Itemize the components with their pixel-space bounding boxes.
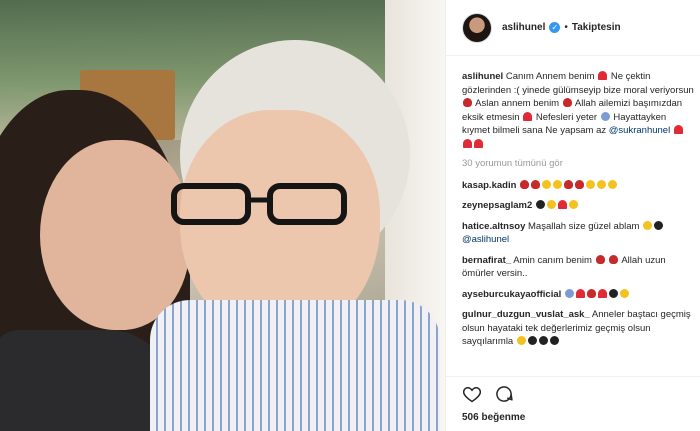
separator-dot: • (564, 22, 568, 33)
likes-count[interactable]: 506 beğenme (462, 412, 685, 423)
leather-jacket (0, 330, 170, 431)
sunglasses-emoji-icon (608, 288, 618, 298)
smile-emoji-icon (619, 288, 629, 298)
verified-icon: ✓ (549, 22, 561, 33)
smile-emoji-icon (643, 220, 653, 230)
comment-item: bernafirat_ Amin canım benim Allah uzun … (462, 254, 694, 281)
post-caption: aslihunel Canım Annem benim Ne çektin gö… (462, 70, 694, 151)
heart-emoji-icon (463, 138, 472, 148)
post-side-panel: aslihunel ✓ • Takiptesin aslihunel Canım… (445, 0, 700, 431)
header-username[interactable]: aslihunel (502, 22, 545, 33)
comments-list[interactable]: aslihunel Canım Annem benim Ne çektin gö… (462, 70, 694, 375)
heart-emoji-icon (598, 71, 608, 80)
caption-username[interactable]: aslihunel (462, 71, 503, 82)
striped-shirt (150, 300, 440, 431)
heart-emoji-icon (557, 200, 567, 209)
heart-emoji-icon (575, 288, 585, 298)
view-all-comments-link[interactable]: 30 yorumun tümünü gör (462, 157, 694, 171)
comment-item: hatice.altnsoy Maşallah size güzel ablam… (462, 220, 694, 247)
comment-mention[interactable]: @aslihunel (462, 234, 509, 245)
black-heart-emoji-icon (538, 336, 548, 345)
comment-username[interactable]: hatice.altnsoy (462, 221, 525, 232)
comment-username[interactable]: bernafirat_ (462, 255, 511, 266)
avatar[interactable] (462, 12, 492, 43)
glasses-icon (171, 183, 347, 225)
rose-emoji-icon (463, 98, 472, 107)
heart-emoji-icon (523, 111, 533, 121)
smile-emoji-icon (542, 179, 552, 189)
caption-text-3: Aslan annem benim (475, 98, 560, 109)
kiss-emoji-icon (595, 254, 605, 264)
praying-emoji-icon (564, 288, 574, 298)
black-heart-emoji-icon (549, 336, 559, 345)
comment-icon[interactable] (494, 384, 514, 404)
heart-emoji-icon (673, 125, 683, 134)
smile-emoji-icon (586, 179, 596, 189)
heart-emoji-icon (474, 138, 483, 148)
comment-username[interactable]: zeynepsaglam2 (462, 200, 532, 211)
post-header: aslihunel ✓ • Takiptesin (446, 0, 700, 56)
rose-emoji-icon (575, 179, 585, 189)
smile-emoji-icon (608, 179, 618, 189)
heart-icon[interactable] (462, 384, 482, 404)
black-heart-emoji-icon (527, 336, 537, 345)
smile-emoji-icon (553, 179, 563, 189)
emoji-icon (535, 200, 545, 209)
comment-item: gulnur_duzgun_vuslat_ask_ Anneler baştac… (462, 308, 694, 349)
praying-emoji-icon (600, 111, 610, 121)
comment-username[interactable]: kasap.kadin (462, 180, 516, 191)
comment-username[interactable]: ayseburcukayaofficial (462, 289, 561, 300)
post-photo[interactable] (0, 0, 445, 431)
kiss-emoji-icon (609, 254, 619, 264)
thumbs-up-emoji-icon (546, 200, 556, 209)
post-actions: 506 beğenme (446, 376, 700, 431)
comment-username[interactable]: gulnur_duzgun_vuslat_ask_ (462, 309, 590, 320)
following-button[interactable]: Takiptesin (572, 22, 621, 33)
emoji-icon (586, 288, 596, 298)
black-heart-emoji-icon (654, 220, 664, 230)
comment-item: zeynepsaglam2 (462, 199, 694, 213)
rose-emoji-icon (520, 179, 530, 189)
action-icons (462, 383, 685, 405)
comment-item: ayseburcukayaofficial (462, 288, 694, 302)
comment-text: Amin canım benim (513, 254, 592, 266)
heart-emoji-icon (597, 288, 607, 298)
rose-emoji-icon (564, 179, 574, 189)
comment-text: Maşallah size güzel ablam (528, 220, 640, 232)
rose-emoji-icon (531, 179, 541, 189)
caption-text-5: Nefesleri yeter (535, 111, 598, 123)
rose-emoji-icon (562, 98, 572, 107)
daughter-face (40, 140, 190, 330)
smile-emoji-icon (597, 179, 607, 189)
praying-emoji-icon (516, 336, 526, 345)
caption-mention[interactable]: @sukranhunel (609, 125, 670, 136)
smile-emoji-icon (568, 200, 578, 209)
caption-text-1: Canım Annem benim (505, 71, 595, 82)
comment-item: kasap.kadin (462, 179, 694, 193)
